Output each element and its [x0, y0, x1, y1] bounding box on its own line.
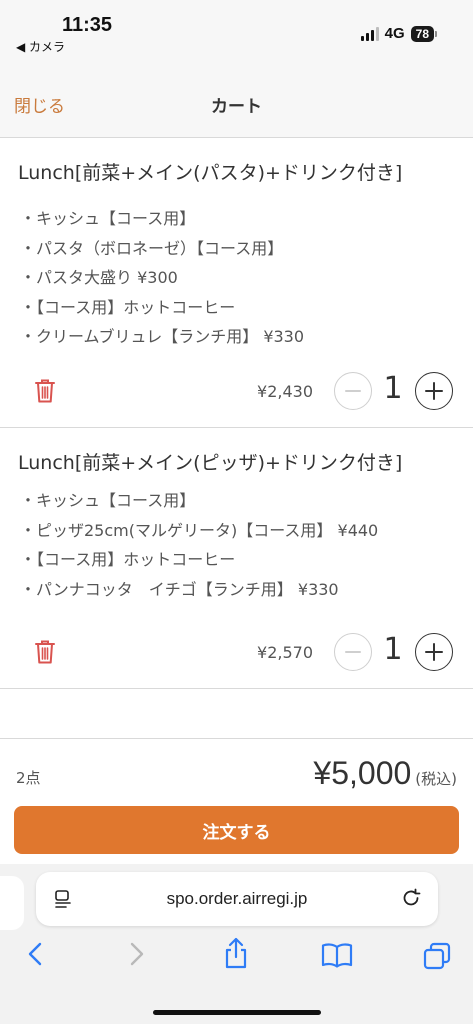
item-option: ・パスタ大盛り ¥300 — [20, 268, 178, 287]
cart-item: Lunch[前菜+メイン(パスタ)+ドリンク付き] ・キッシュ【コース用】 ・パ… — [0, 138, 473, 428]
item-price: ¥2,570 — [257, 643, 313, 662]
trash-icon[interactable] — [34, 378, 56, 404]
status-time: 11:35 — [62, 14, 113, 36]
minus-icon — [345, 390, 361, 392]
total-amount: ¥5,000 — [313, 755, 412, 791]
share-icon[interactable] — [222, 936, 250, 970]
forward-arrow-icon[interactable] — [124, 940, 148, 968]
back-arrow-icon[interactable] — [24, 940, 48, 968]
network-type: 4G — [384, 25, 405, 42]
status-indicators: 4G 78 — [360, 25, 437, 42]
tax-note: (税込) — [415, 770, 457, 788]
decrease-quantity-button[interactable] — [334, 372, 372, 410]
battery-level: 78 — [410, 25, 434, 42]
browser-toolbar: spo.order.airregi.jp — [0, 864, 473, 1024]
trash-icon[interactable] — [34, 639, 56, 665]
battery-icon: 78 — [410, 25, 437, 42]
previous-tab-preview[interactable] — [0, 876, 24, 930]
item-option: ・ピッザ25cm(マルゲリータ)【コース用】 ¥440 — [20, 520, 379, 540]
address-bar[interactable]: spo.order.airregi.jp — [36, 872, 438, 926]
item-option: ・キッシュ【コース用】 — [20, 209, 196, 228]
minus-icon — [345, 651, 361, 653]
decrease-quantity-button[interactable] — [334, 633, 372, 671]
page-title: カート — [211, 97, 262, 117]
home-indicator — [153, 1010, 321, 1015]
signal-icon — [360, 26, 379, 41]
item-option: ・【コース用】ホットコーヒー — [20, 550, 236, 569]
item-option: ・【コース用】ホットコーヒー — [20, 297, 236, 317]
item-name: Lunch[前菜+メイン(ピッザ)+ドリンク付き] — [18, 452, 403, 474]
item-option: ・クリームブリュレ【ランチ用】 ¥330 — [20, 327, 305, 346]
quantity-value: 1 — [383, 632, 403, 667]
plus-icon — [425, 382, 443, 400]
quantity-value: 1 — [383, 371, 403, 406]
item-name: Lunch[前菜+メイン(パスタ)+ドリンク付き] — [18, 162, 403, 184]
item-option: ・パンナコッタ イチゴ【ランチ用】 ¥330 — [20, 579, 339, 599]
cart-item: Lunch[前菜+メイン(ピッザ)+ドリンク付き] ・キッシュ【コース用】 ・ピ… — [0, 428, 473, 689]
bookmarks-icon[interactable] — [321, 942, 353, 968]
cart-header: 閉じる カート — [0, 62, 473, 138]
item-price: ¥2,430 — [257, 382, 313, 401]
tabs-icon[interactable] — [422, 941, 452, 971]
order-summary: 2点 ¥5,000 (税込) 注文する — [0, 738, 473, 864]
increase-quantity-button[interactable] — [415, 633, 453, 671]
item-options-list: ・キッシュ【コース用】 ・ピッザ25cm(マルゲリータ)【コース用】 ¥440 … — [20, 486, 378, 604]
item-option: ・キッシュ【コース用】 — [20, 491, 196, 510]
url-text: spo.order.airregi.jp — [166, 889, 308, 908]
status-bar: 11:35 ◀ カメラ 4G 78 — [0, 0, 473, 62]
total-price: ¥5,000 (税込) — [313, 755, 457, 792]
item-options-list: ・キッシュ【コース用】 ・パスタ（ボロネーゼ）【コース用】 ・パスタ大盛り ¥3… — [20, 204, 304, 352]
item-option: ・パスタ（ボロネーゼ）【コース用】 — [20, 238, 284, 258]
back-to-app-link[interactable]: ◀ カメラ — [16, 38, 65, 55]
reload-icon[interactable] — [400, 887, 422, 909]
item-count: 2点 — [16, 769, 41, 787]
plus-icon — [425, 643, 443, 661]
place-order-button[interactable]: 注文する — [14, 806, 459, 854]
increase-quantity-button[interactable] — [415, 372, 453, 410]
